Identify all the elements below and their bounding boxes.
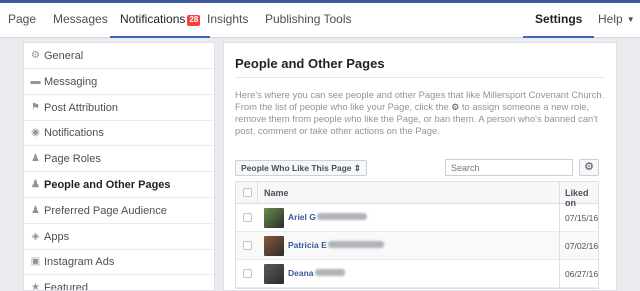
sidebar-item-label: People and Other Pages (44, 179, 171, 191)
sidebar-item-label: Instagram Ads (44, 256, 115, 269)
sidebar-item-notifications[interactable]: ◉ Notifications (24, 120, 214, 147)
nav-tab-notifications[interactable]: Notifications 28 (110, 3, 211, 38)
apps-cube-icon: ◈ (31, 230, 40, 242)
table-row: Ariel G 07/15/16 (236, 204, 598, 232)
person-name-link[interactable]: Patricia E (288, 240, 384, 250)
chevron-down-icon: ▼ (626, 15, 635, 24)
sidebar-item-label: Notifications (44, 127, 104, 140)
table-body: Ariel G 07/15/16 Patricia E 07/02/16 Deana 06… (236, 204, 598, 288)
redacted-surname (327, 241, 384, 248)
sidebar-item-people-and-other-pages[interactable]: ♟ People and Other Pages (24, 172, 214, 198)
people-icon: ♟ (31, 179, 40, 190)
sidebar-item-label: Featured (44, 282, 89, 291)
sidebar-item-preferred-page-audience[interactable]: ♟ Preferred Page Audience (24, 198, 214, 224)
row-checkbox[interactable] (243, 213, 252, 222)
row-checkbox[interactable] (243, 241, 252, 250)
sidebar-item-apps[interactable]: ◈ Apps (24, 224, 214, 250)
table-row: Patricia E 07/02/16 (236, 232, 598, 260)
sidebar-item-label: Apps (44, 230, 70, 243)
person-name-text: Ariel G (288, 212, 316, 222)
table-row: Deana 06/27/16 (236, 260, 598, 288)
person-name-text: Deana (288, 268, 314, 278)
select-all-checkbox[interactable] (243, 188, 252, 197)
column-divider (559, 182, 560, 204)
section-description: Here's where you can see people and othe… (235, 89, 605, 137)
top-navigation-bar: Page Messages Notifications 28 Insights P… (0, 0, 640, 38)
nav-tab-publishing-tools[interactable]: Publishing Tools (265, 3, 352, 38)
table-header: Name Liked on (236, 182, 598, 208)
redacted-surname (316, 213, 367, 220)
avatar[interactable] (264, 236, 284, 256)
gear-icon: ⚙ (451, 102, 460, 112)
people-table: Name Liked on Ariel G 07/15/16 Patricia E 0… (235, 181, 599, 289)
sidebar-item-instagram-ads[interactable]: ▣ Instagram Ads (24, 249, 214, 276)
people-filter-dropdown[interactable]: People Who Like This Page ⇕ (235, 160, 368, 176)
sidebar-item-page-roles[interactable]: ♟ Page Roles (24, 146, 214, 173)
settings-sidebar: ⚙ General ▬ Messaging ⚑ Post Attribution ◉ Noti… (23, 42, 215, 291)
help-label: Help (598, 12, 623, 26)
nav-tab-settings[interactable]: Settings (523, 3, 595, 38)
help-menu[interactable]: Help ▼ (598, 3, 635, 38)
search-input[interactable] (445, 159, 573, 176)
nav-tab-page[interactable]: Page (8, 3, 36, 38)
gear-icon: ⚙ (31, 50, 40, 61)
row-checkbox[interactable] (243, 269, 252, 278)
redacted-surname (314, 269, 345, 276)
nav-tab-messages[interactable]: Messages (53, 3, 108, 38)
liked-on-date: 07/02/16 (565, 241, 599, 251)
page-title: People and Other Pages (235, 56, 385, 71)
column-divider (559, 204, 560, 232)
column-divider (257, 182, 258, 204)
sidebar-item-label: Page Roles (44, 153, 101, 166)
nav-tab-notifications-label: Notifications (120, 12, 186, 26)
liked-on-date: 06/27/16 (565, 269, 599, 279)
star-icon: ★ (31, 282, 40, 291)
avatar[interactable] (264, 264, 284, 284)
sidebar-item-messaging[interactable]: ▬ Messaging (24, 69, 214, 95)
flag-icon: ⚑ (31, 101, 40, 113)
column-divider (559, 260, 560, 288)
people-icon: ♟ (31, 204, 40, 216)
column-header-name[interactable]: Name (264, 188, 289, 198)
liked-on-date: 07/15/16 (565, 213, 599, 223)
person-name-text: Patricia E (288, 240, 327, 250)
gear-icon: ⚙ (584, 161, 594, 173)
sidebar-item-label: Messaging (44, 75, 98, 88)
sidebar-item-label: Post Attribution (44, 101, 118, 114)
column-divider (559, 232, 560, 260)
speech-bubbles-icon: ▬ (30, 75, 41, 87)
sidebar-item-post-attribution[interactable]: ⚑ Post Attribution (24, 95, 214, 121)
sidebar-item-label: General (44, 50, 84, 62)
sidebar-item-general[interactable]: ⚙ General (24, 43, 214, 69)
person-icon: ♟ (31, 153, 40, 165)
sidebar-item-label: Preferred Page Audience (44, 204, 167, 217)
settings-gear-button[interactable]: ⚙ (579, 159, 599, 176)
nav-tab-insights[interactable]: Insights (207, 3, 248, 38)
avatar[interactable] (264, 208, 284, 228)
people-and-other-pages-panel: People and Other Pages Here's where you … (223, 42, 617, 291)
person-name-link[interactable]: Deana (288, 268, 345, 278)
globe-icon: ◉ (31, 127, 40, 139)
title-divider (235, 77, 605, 78)
sidebar-item-featured[interactable]: ★ Featured (24, 275, 214, 291)
person-name-link[interactable]: Ariel G (288, 212, 367, 222)
notification-count-badge: 28 (187, 15, 201, 26)
instagram-icon: ▣ (30, 256, 41, 268)
